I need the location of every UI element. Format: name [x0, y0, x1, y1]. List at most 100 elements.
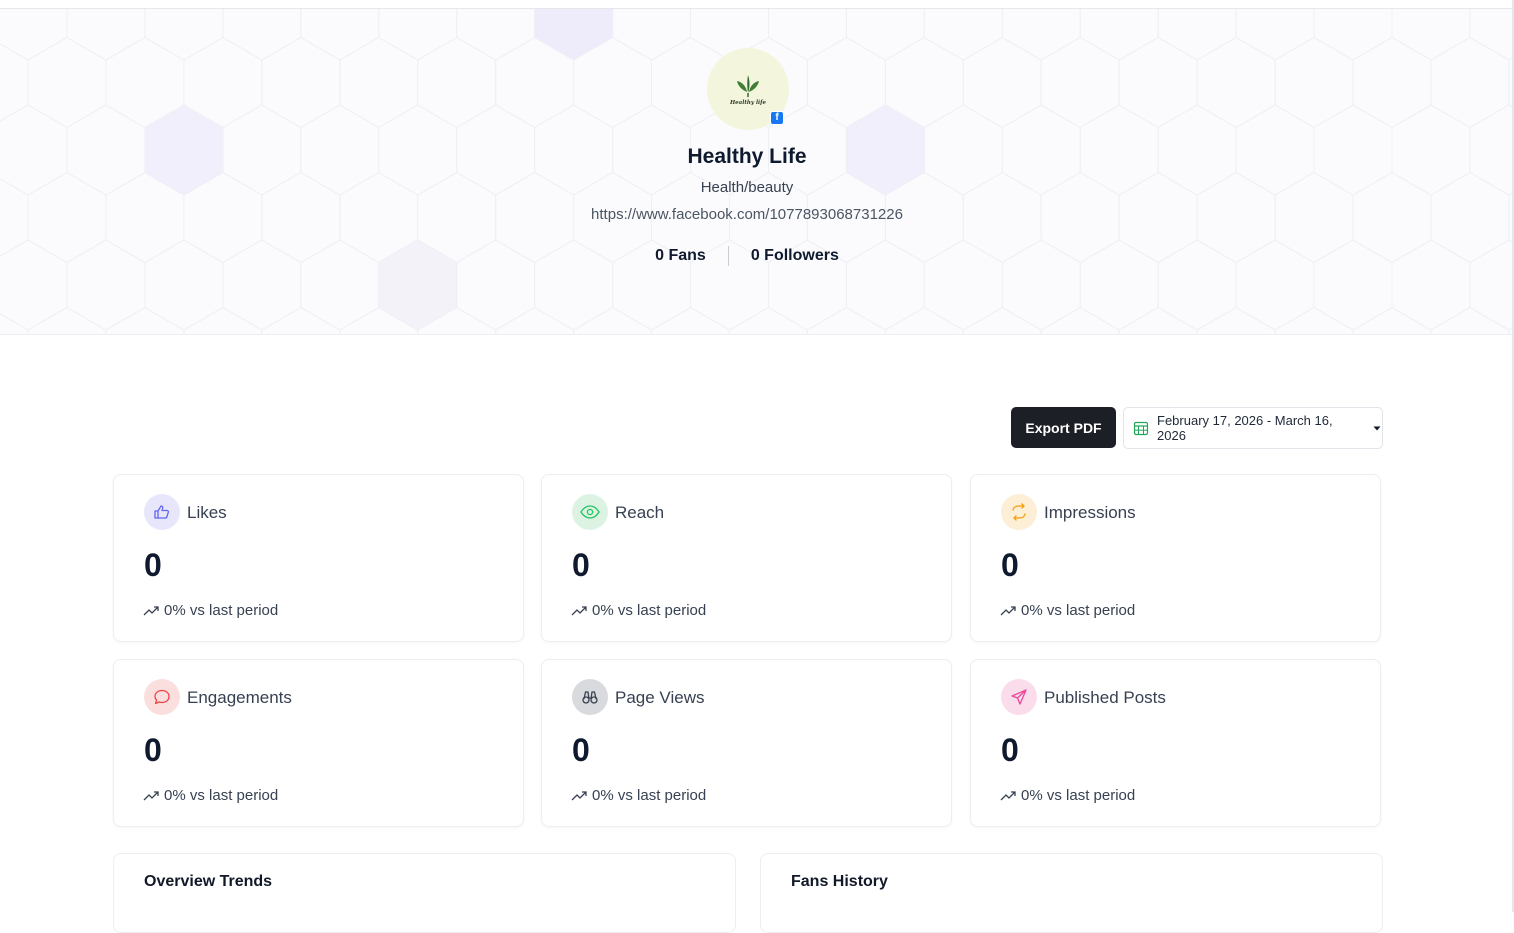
metric-trend: 0% vs last period — [1000, 602, 1135, 619]
metric-trend: 0% vs last period — [571, 602, 706, 619]
trending-up-icon — [143, 605, 161, 617]
date-range-value: February 17, 2026 - March 16, 2026 — [1157, 413, 1333, 443]
metric-label: Reach — [615, 503, 665, 522]
trend-text: 0% vs last period — [592, 787, 707, 804]
trending-up-icon — [1000, 605, 1018, 617]
hexagon-shape — [1040, 306, 1120, 334]
hexagon-shape — [845, 9, 925, 61]
hexagon-shape — [66, 9, 146, 61]
export-pdf-button[interactable]: Export PDF — [1011, 407, 1116, 448]
followers-count: 0 Followers — [750, 247, 839, 264]
hexagon-shape — [27, 306, 107, 334]
hexagon-shape — [962, 306, 1042, 334]
fans-count: 0 Fans — [655, 247, 706, 264]
hexagon-shape — [1469, 9, 1512, 61]
trending-up-icon — [143, 790, 161, 802]
page-title: Healthy Life — [687, 145, 807, 168]
hexagon-shape — [417, 36, 497, 129]
paper-plane-icon — [1001, 679, 1037, 715]
stats-divider — [727, 246, 729, 266]
trend-text: 0% vs last period — [164, 787, 279, 804]
hexagon-shape — [1196, 36, 1276, 129]
hexagon-shape — [1352, 36, 1432, 129]
hexagon-shape — [1157, 9, 1237, 61]
audience-stats: 0 Fans 0 Followers — [0, 246, 1494, 266]
metric-card-engagements: Engagements 0 0% vs last period — [113, 659, 524, 827]
page-url-link[interactable]: https://www.facebook.com/107789306873122… — [0, 206, 1494, 223]
metric-value: 0 — [572, 732, 590, 768]
page-category: Health/beauty — [700, 179, 794, 196]
hexagon-shape — [1352, 306, 1432, 334]
hexagon-shape — [378, 9, 458, 61]
metric-value: 0 — [1001, 732, 1019, 768]
hexagon-shape — [1118, 306, 1198, 334]
hexagon-shape — [1118, 36, 1198, 129]
trending-up-icon — [571, 605, 589, 617]
thumbs-up-icon — [144, 494, 180, 530]
metric-trend: 0% vs last period — [571, 787, 706, 804]
hexagon-shape — [1079, 9, 1159, 61]
hexagon-shape — [300, 9, 380, 61]
hexagon-shape — [806, 306, 886, 334]
panel-title: Fans History — [791, 873, 888, 890]
hexagon-shape — [0, 43, 29, 122]
hexagon-shape — [27, 36, 107, 129]
hexagon-shape — [573, 306, 652, 334]
metric-card-likes: Likes 0 0% vs last period — [113, 474, 524, 642]
metric-label: Impressions — [1044, 503, 1136, 522]
hexagon-shape — [923, 9, 1003, 61]
metric-label: Likes — [187, 503, 227, 522]
hexagon-shape — [1430, 36, 1510, 129]
hexagon-shape — [222, 9, 302, 61]
hexagon-shape — [962, 36, 1042, 129]
trend-text: 0% vs last period — [592, 602, 707, 619]
refresh-icon — [1001, 494, 1037, 530]
metric-value: 0 — [144, 547, 162, 583]
metric-value: 0 — [572, 547, 590, 583]
eye-icon — [572, 494, 608, 530]
hexagon-shape — [1430, 306, 1510, 334]
metric-trend: 0% vs last period — [1000, 787, 1135, 804]
metric-label: Published Posts — [1044, 688, 1166, 707]
hexagon-shape — [768, 9, 847, 61]
fans-history-panel: Fans History — [760, 853, 1383, 933]
hexagon-shape — [1196, 306, 1276, 334]
hexagon-shape — [261, 36, 341, 129]
hexagon-shape — [0, 9, 68, 61]
metric-card-reach: Reach 0 0% vs last period — [541, 474, 952, 642]
hexagon-shape — [729, 306, 808, 334]
panel-title: Overview Trends — [144, 873, 273, 890]
metric-value: 0 — [144, 732, 162, 768]
metric-label: Page Views — [615, 688, 705, 707]
hexagon-shape — [1508, 327, 1512, 334]
hexagon-shape — [105, 306, 185, 334]
date-range-picker[interactable]: February 17, 2026 - March 16, 2026 — [1123, 407, 1383, 449]
hexagon-shape — [1313, 9, 1393, 61]
hexagon-shape — [651, 306, 730, 334]
chat-bubble-icon — [144, 679, 180, 715]
metric-value: 0 — [1001, 547, 1019, 583]
trending-up-icon — [1000, 790, 1018, 802]
hexagon-shape — [456, 9, 536, 61]
trending-up-icon — [571, 790, 589, 802]
trend-text: 0% vs last period — [1021, 787, 1136, 804]
metric-trend: 0% vs last period — [143, 787, 278, 804]
metric-card-page-views: Page Views 0 0% vs last period — [541, 659, 952, 827]
metric-label: Engagements — [187, 688, 292, 707]
hexagon-shape — [612, 9, 691, 61]
hexagon-shape — [1040, 36, 1120, 129]
hexagon-shape — [1274, 36, 1354, 129]
calendar-icon — [1133, 420, 1149, 436]
metric-card-published-posts: Published Posts 0 0% vs last period — [970, 659, 1381, 827]
hexagon-shape — [495, 306, 575, 334]
hexagon-shape — [144, 9, 224, 61]
trend-text: 0% vs last period — [164, 602, 279, 619]
hexagon-shape — [534, 9, 614, 61]
hexagon-shape — [1001, 9, 1081, 61]
hexagon-shape — [0, 313, 29, 334]
hexagon-shape — [884, 306, 964, 334]
caret-down-icon — [1372, 423, 1382, 433]
hexagon-shape — [1274, 306, 1354, 334]
hexagon-shape — [1235, 9, 1315, 61]
overview-trends-panel: Overview Trends — [113, 853, 736, 933]
